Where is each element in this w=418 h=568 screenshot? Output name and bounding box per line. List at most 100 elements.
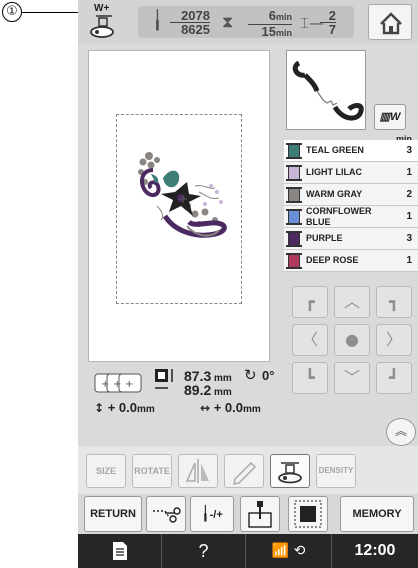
color-list-item[interactable]: LIGHT LILAC 1 (284, 162, 418, 184)
width-value: 89.2 (184, 382, 212, 398)
move-left-button[interactable]: 〈 (292, 324, 328, 356)
color-total: 7 (328, 22, 336, 37)
machine-screen: W+ ╽ 2078 8625 ⧗ 6min 15min ⌶— 2 7 ▥W mi… (78, 0, 418, 568)
svg-text:+: + (113, 379, 121, 390)
bottom-toolbar: RETURN ╽-/+ MEMORY (78, 494, 418, 534)
callout-number: ① (2, 2, 22, 22)
needle-icon: ╽ (152, 10, 163, 31)
trim-button[interactable] (146, 496, 186, 532)
move-up-left-button[interactable]: ┏ (292, 286, 328, 318)
color-name-line2: BLUE (306, 217, 331, 227)
embroidery-icon (278, 462, 302, 484)
svg-text:+: + (125, 379, 133, 390)
return-button[interactable]: RETURN (84, 496, 142, 532)
thumbnail-view-button[interactable]: ▥W (374, 104, 406, 130)
embroidery-design-preview (138, 152, 227, 238)
color-order: 2 7 (320, 9, 336, 36)
collapse-toolbar-button[interactable]: ︽ (386, 418, 416, 446)
offset-x-sign: + (213, 400, 222, 415)
status-bar: ? 📶 ⟲ 12:00 (78, 534, 418, 568)
design-size-info: + + + 87.3 mm 89.2 mm ↻ 0° ↕ + 0.0mm ↔ +… (94, 366, 334, 418)
header-bar: W+ ╽ 2078 8625 ⧗ 6min 15min ⌶— 2 7 (78, 0, 418, 44)
color-name: DEEP ROSE (306, 255, 359, 265)
color-list-item[interactable]: DEEP ROSE 1 (284, 250, 418, 272)
hoop-size-icon: + + + (94, 373, 142, 393)
offset-x-value: 0.0 (224, 400, 243, 415)
needle-forward-back-button[interactable]: ╽-/+ (190, 496, 234, 532)
color-minutes: 2 (406, 189, 412, 200)
thread-color-list[interactable]: TEAL GREEN 3 LIGHT LILAC 1 WARM GRAY 2 C… (284, 140, 418, 272)
time-total: 15 (261, 24, 276, 39)
hourglass-icon: ⧗ (222, 12, 234, 31)
offset-y-sign: + (107, 400, 116, 415)
color-list-item[interactable]: CORNFLOWER BLUE 1 (284, 206, 418, 228)
frame-trace-icon (294, 500, 322, 528)
density-button[interactable]: DENSITY (316, 454, 356, 488)
color-minutes: 3 (406, 145, 412, 156)
clock: 12:00 (354, 542, 396, 559)
color-minutes: 3 (406, 233, 412, 244)
pencil-icon (233, 461, 257, 485)
help-button[interactable]: ? (162, 534, 246, 568)
color-current: 2 (320, 9, 336, 23)
spool-icon (286, 231, 302, 247)
time-unit-total: min (275, 28, 292, 38)
scissors-icon (153, 507, 181, 523)
starting-point-icon (248, 501, 272, 528)
move-up-button[interactable]: ︿ (334, 286, 370, 318)
vertical-offset-icon: ↕ (94, 401, 105, 415)
edit-color-button[interactable] (224, 454, 264, 488)
starting-point-button[interactable] (240, 496, 280, 532)
color-minutes: 1 (406, 255, 412, 266)
current-color-thumbnail (286, 50, 366, 130)
trial-button[interactable] (288, 496, 328, 532)
color-list-item[interactable]: PURPLE 3 (284, 228, 418, 250)
svg-text:+: + (101, 379, 109, 390)
mirror-icon (185, 459, 209, 483)
move-down-right-button[interactable]: ┛ (376, 362, 412, 394)
page-icon (112, 541, 127, 560)
stitch-count-total: 8625 (181, 22, 210, 37)
presser-foot-indicator: W+ (82, 3, 122, 40)
stitch-count: 2078 8625 (170, 9, 210, 36)
design-width: 89.2 mm (184, 382, 232, 398)
stitch-count-current: 2078 (170, 9, 210, 23)
needle-stitch-icon: ╽ (201, 506, 210, 522)
spool-icon (286, 253, 302, 269)
color-minutes: 1 (406, 211, 412, 222)
rotate-button[interactable]: ROTATE (132, 454, 172, 488)
sewing-time: 6min 15min (248, 9, 292, 40)
time-current: 6 (268, 8, 276, 23)
color-name: CORNFLOWER BLUE (306, 206, 396, 228)
move-down-button[interactable]: ﹀ (334, 362, 370, 394)
embroidery-mode-button[interactable] (270, 454, 310, 488)
offset-horizontal: ↔ + 0.0mm (200, 400, 261, 415)
mirror-button[interactable] (178, 454, 218, 488)
wireless-status[interactable]: 📶 ⟲ (246, 534, 332, 568)
color-name: WARM GRAY (306, 189, 363, 199)
memory-button[interactable]: MEMORY (340, 496, 414, 532)
spool-icon (286, 209, 302, 225)
embroidery-frame-preview[interactable] (88, 50, 270, 362)
move-up-right-button[interactable]: ┓ (376, 286, 412, 318)
time-unit-current: min (275, 12, 292, 22)
horizontal-offset-icon: ↔ (200, 401, 211, 415)
rotation-icon: ↻ (244, 366, 257, 384)
offset-x-unit: mm (242, 404, 261, 415)
move-right-button[interactable]: 〉 (376, 324, 412, 356)
size-dimension-icon (155, 369, 173, 389)
color-name: PURPLE (306, 233, 343, 243)
color-name: LIGHT LILAC (306, 167, 362, 177)
offset-y-unit: mm (136, 404, 155, 415)
thumbnail-design (292, 60, 364, 121)
move-center-button[interactable]: ● (334, 324, 370, 356)
color-list-item[interactable]: TEAL GREEN 3 (284, 140, 418, 162)
presser-foot-label: W+ (94, 3, 110, 14)
color-name-line1: CORNFLOWER (306, 206, 372, 216)
needle-step-label: -/+ (209, 509, 223, 521)
home-button[interactable] (368, 4, 412, 40)
offset-vertical: ↕ + 0.0mm (94, 400, 155, 415)
color-list-item[interactable]: WARM GRAY 2 (284, 184, 418, 206)
size-button[interactable]: SIZE (86, 454, 126, 488)
manual-button[interactable] (78, 534, 162, 568)
